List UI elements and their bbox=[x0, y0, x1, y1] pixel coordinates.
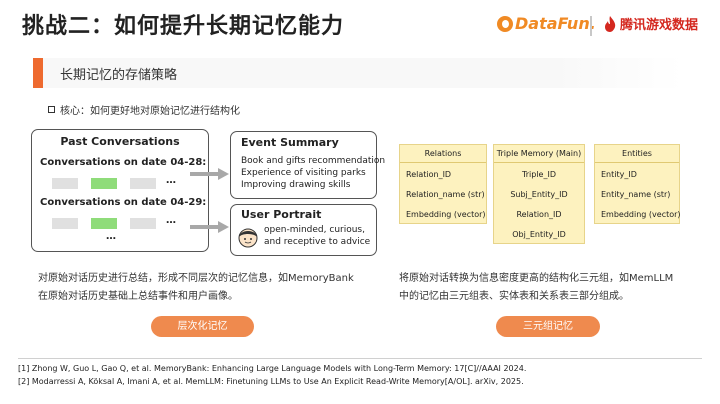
arrow-right-icon bbox=[190, 221, 229, 233]
section-title: 长期记忆的存储策略 bbox=[60, 68, 178, 83]
memorybank-description-line: 对原始对话历史进行总结，形成不同层次的记忆信息，如MemoryBank bbox=[38, 273, 354, 284]
user-portrait-title: User Portrait bbox=[241, 208, 322, 221]
reference-item: [2] Modarressi A, Köksal A, Imani A, et … bbox=[18, 377, 524, 386]
flame-icon bbox=[605, 15, 616, 32]
memorybank-description: 对原始对话历史进行总结，形成不同层次的记忆信息，如MemoryBank 在原始对… bbox=[38, 270, 354, 306]
relations-table: Relations Relation_ID Relation_name (str… bbox=[399, 144, 487, 224]
memllm-description-line: 将原始对话转换为信息密度更高的结构化三元组，如MemLLM bbox=[399, 273, 674, 284]
relations-table-row: Embedding (vector) bbox=[406, 210, 486, 219]
section-accent-bar bbox=[33, 58, 43, 88]
references-divider bbox=[18, 358, 702, 359]
triple-memory-button[interactable]: 三元组记忆 bbox=[496, 316, 600, 337]
reference-item: [1] Zhong W, Guo L, Gao Q, et al. Memory… bbox=[18, 364, 527, 373]
triple-memory-table-row: Subj_Entity_ID bbox=[510, 190, 568, 199]
conversation-cell bbox=[52, 218, 78, 229]
entities-table-header: Entities bbox=[595, 145, 679, 163]
memllm-description: 将原始对话转换为信息密度更高的结构化三元组，如MemLLM 中的记忆由三元组表、… bbox=[399, 270, 673, 306]
square-bullet-icon bbox=[48, 106, 55, 113]
user-portrait-box: User Portrait open-minded, curious, and … bbox=[230, 204, 377, 256]
triple-memory-table: Triple Memory (Main) Triple_ID Subj_Enti… bbox=[493, 144, 585, 244]
triple-memory-table-row: Relation_ID bbox=[516, 210, 562, 219]
conversation-date-1: Conversations on date 04-28: bbox=[40, 157, 207, 168]
event-summary-box: Event Summary Book and gifts recommendat… bbox=[230, 131, 385, 199]
relations-table-row: Relation_name (str) bbox=[406, 190, 485, 199]
entities-table-row: Entity_name (str) bbox=[601, 190, 671, 199]
ellipsis: … bbox=[166, 215, 176, 226]
triple-memory-table-row: Triple_ID bbox=[522, 170, 556, 179]
logo-divider bbox=[590, 16, 592, 36]
past-conversations-box: Past Conversations Conversations on date… bbox=[31, 129, 209, 252]
event-summary-line: Book and gifts recommendation bbox=[241, 156, 386, 166]
conversation-cell bbox=[52, 178, 78, 189]
event-summary-line: Experience of visiting parks bbox=[241, 168, 366, 178]
datafun-logo: DataFun. bbox=[497, 14, 596, 33]
entities-table: Entities Entity_ID Entity_name (str) Emb… bbox=[594, 144, 681, 224]
core-point-text: 核心：如何更好地对原始记忆进行结构化 bbox=[60, 106, 240, 117]
core-point: 核心：如何更好地对原始记忆进行结构化 bbox=[48, 102, 240, 117]
conversation-cell bbox=[130, 178, 156, 189]
conversation-cell bbox=[130, 218, 156, 229]
relations-table-row: Relation_ID bbox=[406, 170, 452, 179]
entities-table-row: Entity_ID bbox=[601, 170, 637, 179]
ellipsis: … bbox=[166, 175, 176, 186]
past-conversations-title: Past Conversations bbox=[60, 135, 180, 148]
ellipsis: … bbox=[106, 231, 116, 242]
tencent-logo-text: 腾讯游戏数据 bbox=[620, 18, 699, 33]
user-portrait-line: open-minded, curious, bbox=[264, 225, 365, 235]
entities-table-row: Embedding (vector) bbox=[601, 210, 681, 219]
conversation-cell-highlight bbox=[91, 178, 117, 189]
datafun-logo-icon bbox=[497, 15, 513, 32]
memorybank-description-line: 在原始对话历史基础上总结事件和用户画像。 bbox=[38, 291, 238, 302]
event-summary-line: Improving drawing skills bbox=[241, 180, 351, 190]
memllm-description-line: 中的记忆由三元组表、实体表和关系表三部分组成。 bbox=[399, 291, 629, 302]
triple-memory-table-row: Obj_Entity_ID bbox=[512, 230, 566, 239]
triple-memory-table-header: Triple Memory (Main) bbox=[494, 145, 584, 163]
user-avatar-icon bbox=[238, 228, 258, 248]
relations-table-header: Relations bbox=[400, 145, 486, 163]
user-portrait-line: and receptive to advice bbox=[264, 237, 371, 247]
slide-title: 挑战二：如何提升长期记忆能力 bbox=[22, 14, 345, 39]
datafun-logo-text: DataFun. bbox=[515, 14, 596, 33]
tencent-games-data-logo: 腾讯游戏数据 bbox=[604, 14, 698, 33]
arrow-right-icon bbox=[190, 168, 229, 180]
conversation-cell-highlight bbox=[91, 218, 117, 229]
conversation-date-2: Conversations on date 04-29: bbox=[40, 197, 207, 208]
event-summary-title: Event Summary bbox=[241, 136, 339, 149]
hierarchical-memory-button[interactable]: 层次化记忆 bbox=[151, 316, 254, 337]
